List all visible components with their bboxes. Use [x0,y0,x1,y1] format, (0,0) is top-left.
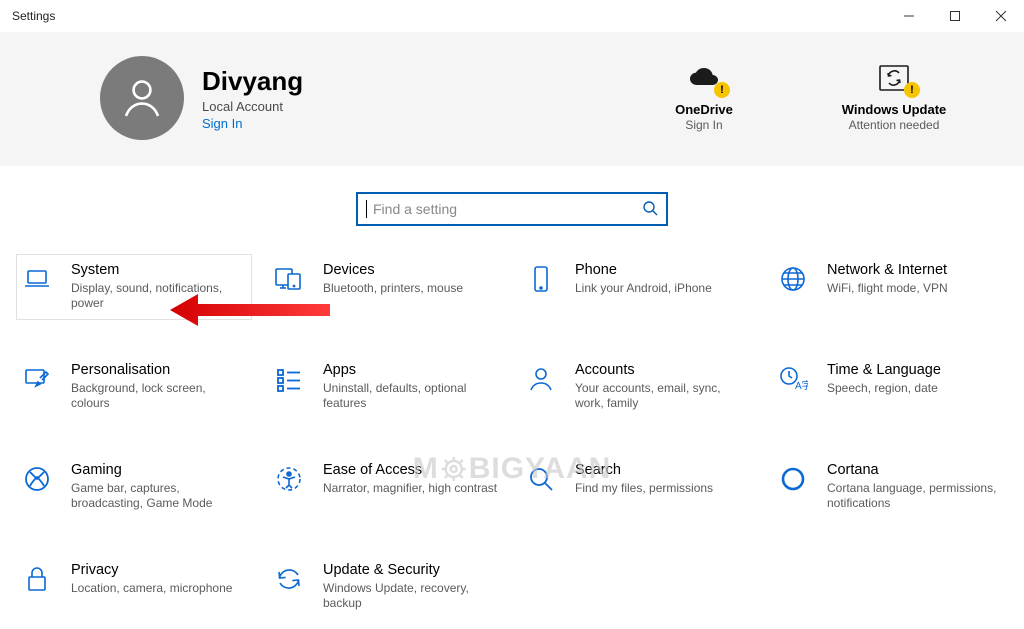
tile-label: Gaming [71,461,247,479]
sync-icon: ! [876,64,912,92]
titlebar: Settings [0,0,1024,32]
tile-desc: Narrator, magnifier, high contrast [323,481,497,496]
globe-icon [777,263,809,295]
header: Divyang Local Account Sign In ! OneDrive… [0,32,1024,166]
tile-desc: Cortana language, permissions, notificat… [827,481,1003,511]
settings-grid: System Display, sound, notifications, po… [0,254,1024,620]
onedrive-sub: Sign In [685,118,722,132]
tile-label: System [71,261,247,279]
update-icon [273,563,305,595]
tile-desc: Game bar, captures, broadcasting, Game M… [71,481,247,511]
tile-ease-of-access[interactable]: Ease of Access Narrator, magnifier, high… [268,454,504,520]
tile-devices[interactable]: Devices Bluetooth, printers, mouse [268,254,504,320]
status-onedrive[interactable]: ! OneDrive Sign In [644,64,764,132]
laptop-icon [21,263,53,295]
tile-desc: WiFi, flight mode, VPN [827,281,948,296]
account-type: Local Account [202,99,303,114]
user-name: Divyang [202,66,303,97]
tile-network[interactable]: Network & Internet WiFi, flight mode, VP… [772,254,1008,320]
tile-desc: Windows Update, recovery, backup [323,581,499,611]
windows-update-label: Windows Update [842,102,947,117]
person-icon [525,363,557,395]
windows-update-sub: Attention needed [849,118,940,132]
tile-update-security[interactable]: Update & Security Windows Update, recove… [268,554,504,620]
tile-desc: Display, sound, notifications, power [71,281,247,311]
tile-label: Update & Security [323,561,499,579]
tile-label: Personalisation [71,361,247,379]
window-title: Settings [12,9,55,23]
tile-search[interactable]: Search Find my files, permissions [520,454,756,520]
tile-label: Phone [575,261,712,279]
phone-icon [525,263,557,295]
tile-label: Network & Internet [827,261,948,279]
window-controls [886,0,1024,32]
tile-cortana[interactable]: Cortana Cortana language, permissions, n… [772,454,1008,520]
avatar [100,56,184,140]
tile-phone[interactable]: Phone Link your Android, iPhone [520,254,756,320]
tile-desc: Your accounts, email, sync, work, family [575,381,751,411]
tile-apps[interactable]: Apps Uninstall, defaults, optional featu… [268,354,504,420]
cortana-icon [777,463,809,495]
tile-accounts[interactable]: Accounts Your accounts, email, sync, wor… [520,354,756,420]
tile-time-language[interactable]: A字 Time & Language Speech, region, date [772,354,1008,420]
search-icon[interactable] [640,198,660,221]
header-tiles: ! OneDrive Sign In ! Windows Update Atte… [644,64,954,132]
devices-icon [273,263,305,295]
tile-label: Ease of Access [323,461,497,479]
accessibility-icon [273,463,305,495]
tile-desc: Uninstall, defaults, optional features [323,381,499,411]
tile-gaming[interactable]: Gaming Game bar, captures, broadcasting,… [16,454,252,520]
tile-label: Apps [323,361,499,379]
tile-label: Time & Language [827,361,941,379]
tile-label: Privacy [71,561,232,579]
tile-desc: Bluetooth, printers, mouse [323,281,463,296]
tile-desc: Link your Android, iPhone [575,281,712,296]
apps-list-icon [273,363,305,395]
tile-desc: Background, lock screen, colours [71,381,247,411]
tile-label: Search [575,461,713,479]
minimize-button[interactable] [886,0,932,32]
maximize-button[interactable] [932,0,978,32]
onedrive-label: OneDrive [675,102,733,117]
warning-badge-icon: ! [714,82,730,98]
warning-badge-icon: ! [904,82,920,98]
tile-label: Cortana [827,461,1003,479]
onedrive-icon: ! [686,64,722,92]
tile-desc: Speech, region, date [827,381,941,396]
tile-label: Accounts [575,361,751,379]
lock-icon [21,563,53,595]
tile-desc: Find my files, permissions [575,481,713,496]
paintbrush-icon [21,363,53,395]
close-button[interactable] [978,0,1024,32]
user-text: Divyang Local Account Sign In [202,66,303,131]
status-windows-update[interactable]: ! Windows Update Attention needed [834,64,954,132]
search-icon [525,463,557,495]
user-block[interactable]: Divyang Local Account Sign In [100,56,303,140]
svg-text:A字: A字 [795,379,808,392]
time-language-icon: A字 [777,363,809,395]
xbox-icon [21,463,53,495]
search-input[interactable] [371,200,640,218]
tile-label: Devices [323,261,463,279]
tile-system[interactable]: System Display, sound, notifications, po… [16,254,252,320]
search-wrap [0,166,1024,254]
tile-personalisation[interactable]: Personalisation Background, lock screen,… [16,354,252,420]
tile-desc: Location, camera, microphone [71,581,232,596]
text-cursor [366,200,367,218]
search-box[interactable] [356,192,668,226]
sign-in-link[interactable]: Sign In [202,116,303,131]
tile-privacy[interactable]: Privacy Location, camera, microphone [16,554,252,620]
